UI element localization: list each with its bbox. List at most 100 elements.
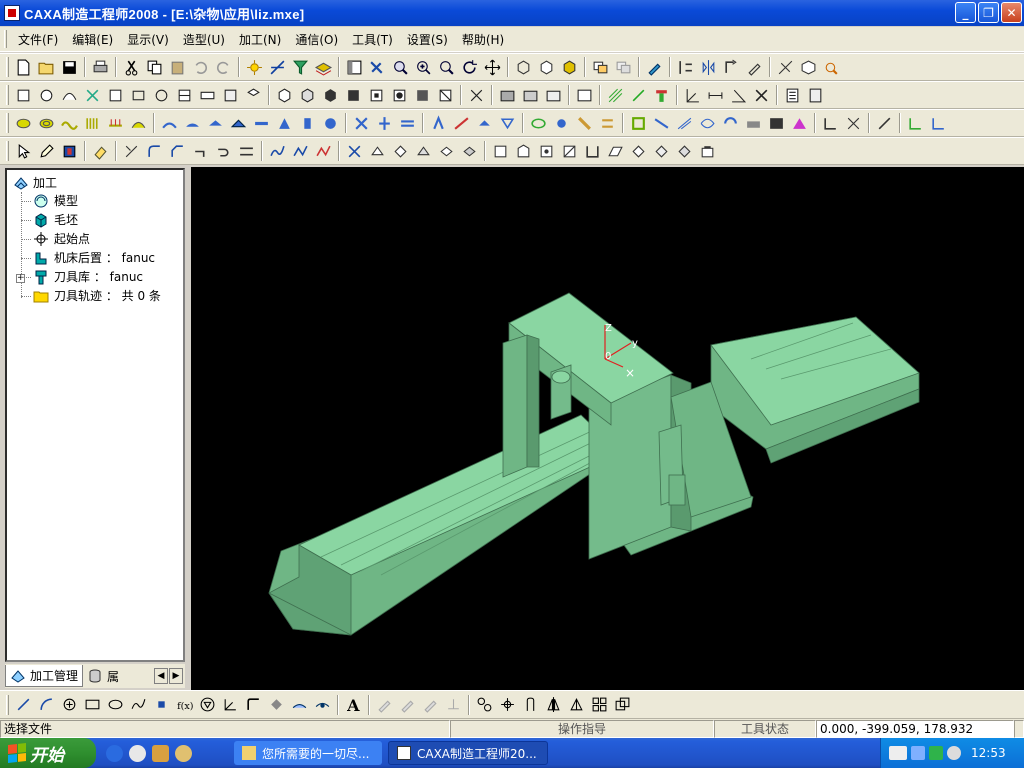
surface-tool-2-icon[interactable]: [36, 85, 57, 106]
geom-4-icon[interactable]: [413, 141, 434, 162]
mach-14-icon[interactable]: [474, 113, 495, 134]
mach-13-icon[interactable]: [451, 113, 472, 134]
close-button[interactable]: ✕: [1001, 2, 1022, 23]
solid-tool-13-icon[interactable]: [574, 85, 595, 106]
circle-icon[interactable]: [59, 694, 80, 715]
mach-30-icon[interactable]: [874, 113, 895, 134]
polygon-icon[interactable]: [197, 694, 218, 715]
chamfer-icon[interactable]: [167, 141, 188, 162]
arc-icon[interactable]: [36, 694, 57, 715]
rectangle-icon[interactable]: [82, 694, 103, 715]
zoom-window-icon[interactable]: [367, 57, 388, 78]
polyline-icon[interactable]: [290, 141, 311, 162]
mach-3-icon[interactable]: [205, 113, 226, 134]
mach-11-icon[interactable]: [397, 113, 418, 134]
solid-tool-9-icon[interactable]: [466, 85, 487, 106]
ellipse-icon[interactable]: [105, 694, 126, 715]
mach-4-icon[interactable]: [228, 113, 249, 134]
mach-5-icon[interactable]: [251, 113, 272, 134]
report-icon[interactable]: [805, 85, 826, 106]
transform-2-icon[interactable]: [497, 694, 518, 715]
mach-22-icon[interactable]: [674, 113, 695, 134]
tree-expand-toggle[interactable]: +: [16, 274, 25, 283]
menu-machining[interactable]: 加工(N): [232, 29, 288, 50]
mach-32-icon[interactable]: [928, 113, 949, 134]
solid-tool-5-icon[interactable]: [366, 85, 387, 106]
media-player-icon[interactable]: [129, 744, 146, 762]
tab-scroll-right-icon[interactable]: ▶: [169, 668, 183, 684]
volume-icon[interactable]: [947, 746, 961, 760]
menu-settings[interactable]: 设置(S): [400, 29, 455, 50]
surface-tool-10-icon[interactable]: [220, 85, 241, 106]
status-resize-grip[interactable]: [1014, 719, 1024, 738]
menu-communication[interactable]: 通信(O): [288, 29, 345, 50]
mach-2-icon[interactable]: [182, 113, 203, 134]
surface-tool-9-icon[interactable]: [197, 85, 218, 106]
solid-tool-11-icon[interactable]: [520, 85, 541, 106]
layer-icon[interactable]: [313, 57, 334, 78]
grid-array-icon[interactable]: [589, 694, 610, 715]
surface-tool-3-icon[interactable]: [59, 85, 80, 106]
task-item-caxa[interactable]: CAXA制造工程师20...: [388, 741, 548, 765]
menu-modeling[interactable]: 造型(U): [176, 29, 232, 50]
rotate-object-icon[interactable]: [721, 57, 742, 78]
mach-26-icon[interactable]: [766, 113, 787, 134]
surface-tool-5-icon[interactable]: [105, 85, 126, 106]
tool-icon[interactable]: [644, 57, 665, 78]
mach-20-icon[interactable]: [628, 113, 649, 134]
edit-disabled-4-icon[interactable]: [443, 694, 464, 715]
light-icon[interactable]: [244, 57, 265, 78]
solid-tool-1-icon[interactable]: [274, 85, 295, 106]
geom-6-icon[interactable]: [459, 141, 480, 162]
toolbar-grip[interactable]: [6, 113, 9, 133]
solid-tool-12-icon[interactable]: [543, 85, 564, 106]
tab-scroll-left-icon[interactable]: ◀: [154, 668, 168, 684]
tree-node-blank[interactable]: 毛坯: [20, 211, 78, 228]
menu-grip[interactable]: [4, 30, 7, 48]
hatch-icon[interactable]: [605, 85, 626, 106]
surface-tool-7-icon[interactable]: [151, 85, 172, 106]
formula-curve-icon[interactable]: f(x): [174, 694, 195, 715]
pocket-icon[interactable]: [105, 113, 126, 134]
desktop-icon[interactable]: [152, 744, 169, 762]
mach-21-icon[interactable]: [651, 113, 672, 134]
transform-3-icon[interactable]: [520, 694, 541, 715]
scale-icon[interactable]: [612, 694, 633, 715]
menu-edit[interactable]: 编辑(E): [65, 29, 120, 50]
pan-icon[interactable]: [482, 57, 503, 78]
parallel-icon[interactable]: [82, 113, 103, 134]
curve-icon[interactable]: [267, 57, 288, 78]
geom-1-icon[interactable]: [344, 141, 365, 162]
mach-8-icon[interactable]: [320, 113, 341, 134]
geom-2-icon[interactable]: [367, 141, 388, 162]
angle-icon[interactable]: [728, 85, 749, 106]
toolbar-grip[interactable]: [6, 141, 9, 161]
measure-icon[interactable]: [775, 57, 796, 78]
surface-tool-1-icon[interactable]: [13, 85, 34, 106]
open-folder-icon[interactable]: [36, 57, 57, 78]
solid-tool-10-icon[interactable]: [497, 85, 518, 106]
network-icon[interactable]: [911, 746, 925, 760]
solid-tool-3-icon[interactable]: [320, 85, 341, 106]
shaded-icon[interactable]: [559, 57, 580, 78]
break-icon[interactable]: [213, 141, 234, 162]
layers-disabled-icon[interactable]: [613, 57, 634, 78]
transform-icon[interactable]: [675, 57, 696, 78]
mirror-curve-icon[interactable]: [543, 694, 564, 715]
save-icon[interactable]: [59, 57, 80, 78]
rotate-icon[interactable]: [459, 57, 480, 78]
mirror-icon[interactable]: [698, 57, 719, 78]
eraser-icon[interactable]: [90, 141, 111, 162]
view-1-icon[interactable]: [490, 141, 511, 162]
geom-5-icon[interactable]: [436, 141, 457, 162]
minimize-button[interactable]: _: [955, 2, 976, 23]
toolbar-grip[interactable]: [6, 694, 9, 715]
mach-16-icon[interactable]: [528, 113, 549, 134]
cross-icon[interactable]: [751, 85, 772, 106]
view-7-icon[interactable]: [628, 141, 649, 162]
undo-icon[interactable]: [190, 57, 211, 78]
equidistant-icon[interactable]: [220, 694, 241, 715]
mach-25-icon[interactable]: [743, 113, 764, 134]
array-icon[interactable]: [566, 694, 587, 715]
mach-24-icon[interactable]: [720, 113, 741, 134]
